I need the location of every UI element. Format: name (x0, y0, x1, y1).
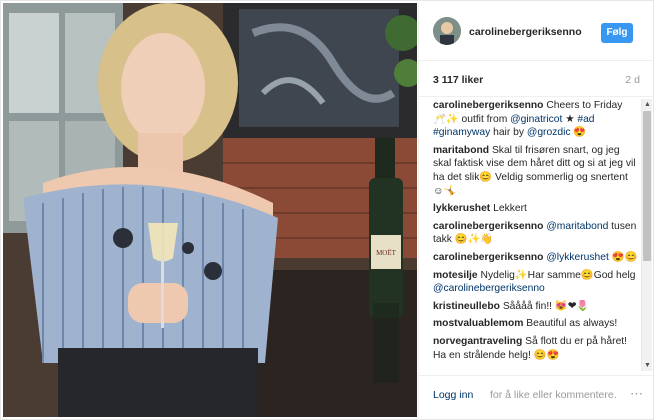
bottle-label: MOËT (376, 249, 397, 257)
comment-username[interactable]: carolinebergeriksenno (433, 100, 543, 111)
comment-item: motesilje Nydelig✨Har samme😊God helg @ca… (433, 269, 638, 296)
comment-item: kristineullebo Såååå fin!! 😻❤🌷 (433, 300, 638, 314)
comment-text: Beautiful as always! (523, 318, 618, 330)
comment-item: lykkerushet Lekkert (433, 202, 638, 216)
comment-text: ★ (562, 113, 578, 125)
comment-item: mostvaluablemom Beautiful as always! (433, 317, 638, 331)
comment-text: Lekkert (490, 203, 527, 215)
comments-scrollbar[interactable]: ▲ ▼ (641, 99, 652, 371)
comment-username[interactable]: mostvaluablemom (433, 318, 523, 329)
comment-item: carolinebergeriksenno Cheers to Friday 🥂… (433, 99, 638, 140)
avatar-image (433, 17, 461, 45)
photo-illustration: MOËT (3, 3, 417, 417)
login-prompt-text: for å like eller kommentere. (490, 389, 617, 401)
post-photo[interactable]: MOËT (3, 3, 417, 417)
comment-mention-link[interactable]: @maritabond (546, 221, 608, 232)
likes-count[interactable]: 3 117 liker (433, 74, 483, 86)
comment-mention-link[interactable]: @lykkerushet (546, 252, 609, 263)
avatar[interactable] (433, 17, 461, 45)
post-stats: 3 117 liker 2 d (419, 61, 654, 97)
comment-text: Såååå fin!! 😻❤🌷 (499, 300, 590, 312)
login-link[interactable]: Logg inn (433, 389, 473, 401)
comment-text: hair by (490, 127, 527, 139)
post-age: 2 d (625, 74, 640, 86)
follow-button[interactable]: Følg (601, 23, 633, 43)
comment-username[interactable]: maritabond (433, 145, 489, 156)
scroll-thumb[interactable] (643, 111, 651, 261)
comment-mention-link[interactable]: @ginatricot (510, 114, 562, 125)
scroll-down-arrow-icon[interactable]: ▼ (642, 360, 653, 371)
comment-item: carolinebergeriksenno @maritabond tusen … (433, 220, 638, 247)
header-username[interactable]: carolinebergeriksenno (469, 26, 582, 38)
comment-text: 😍 (570, 127, 587, 139)
post-footer: Logg inn for å like eller kommentere. ⋯ (419, 375, 654, 417)
post-header: carolinebergeriksenno Følg (419, 3, 654, 61)
scroll-up-arrow-icon[interactable]: ▲ (642, 99, 653, 110)
comments-list: carolinebergeriksenno Cheers to Friday 🥂… (433, 99, 638, 373)
more-options-icon[interactable]: ⋯ (630, 386, 644, 402)
comment-username[interactable]: norvegantraveling (433, 336, 522, 347)
comment-item: carolinebergeriksenno @lykkerushet 😍😊 (433, 251, 638, 265)
comment-text: Nydelig✨Har samme😊God helg (477, 269, 636, 281)
comment-username[interactable]: carolinebergeriksenno (433, 252, 543, 263)
post-sidebar: carolinebergeriksenno Følg 3 117 liker 2… (418, 3, 654, 417)
comment-mention-link[interactable]: @carolinebergeriksenno (433, 283, 545, 294)
comment-item: maritabond Skal til frisøren snart, og j… (433, 144, 638, 198)
comment-username[interactable]: kristineullebo (433, 301, 500, 312)
comment-username[interactable]: carolinebergeriksenno (433, 221, 543, 232)
comment-item: norvegantraveling Så flott du er på håre… (433, 335, 638, 362)
comment-text: 😍😊 (608, 251, 638, 263)
comment-mention-link[interactable]: @grozdic (527, 127, 571, 138)
instagram-post-embed: MOËT carolinebergeriksenno Følg 3 117 li… (0, 0, 654, 420)
comment-username[interactable]: lykkerushet (433, 203, 490, 214)
comment-username[interactable]: motesilje (433, 270, 478, 281)
